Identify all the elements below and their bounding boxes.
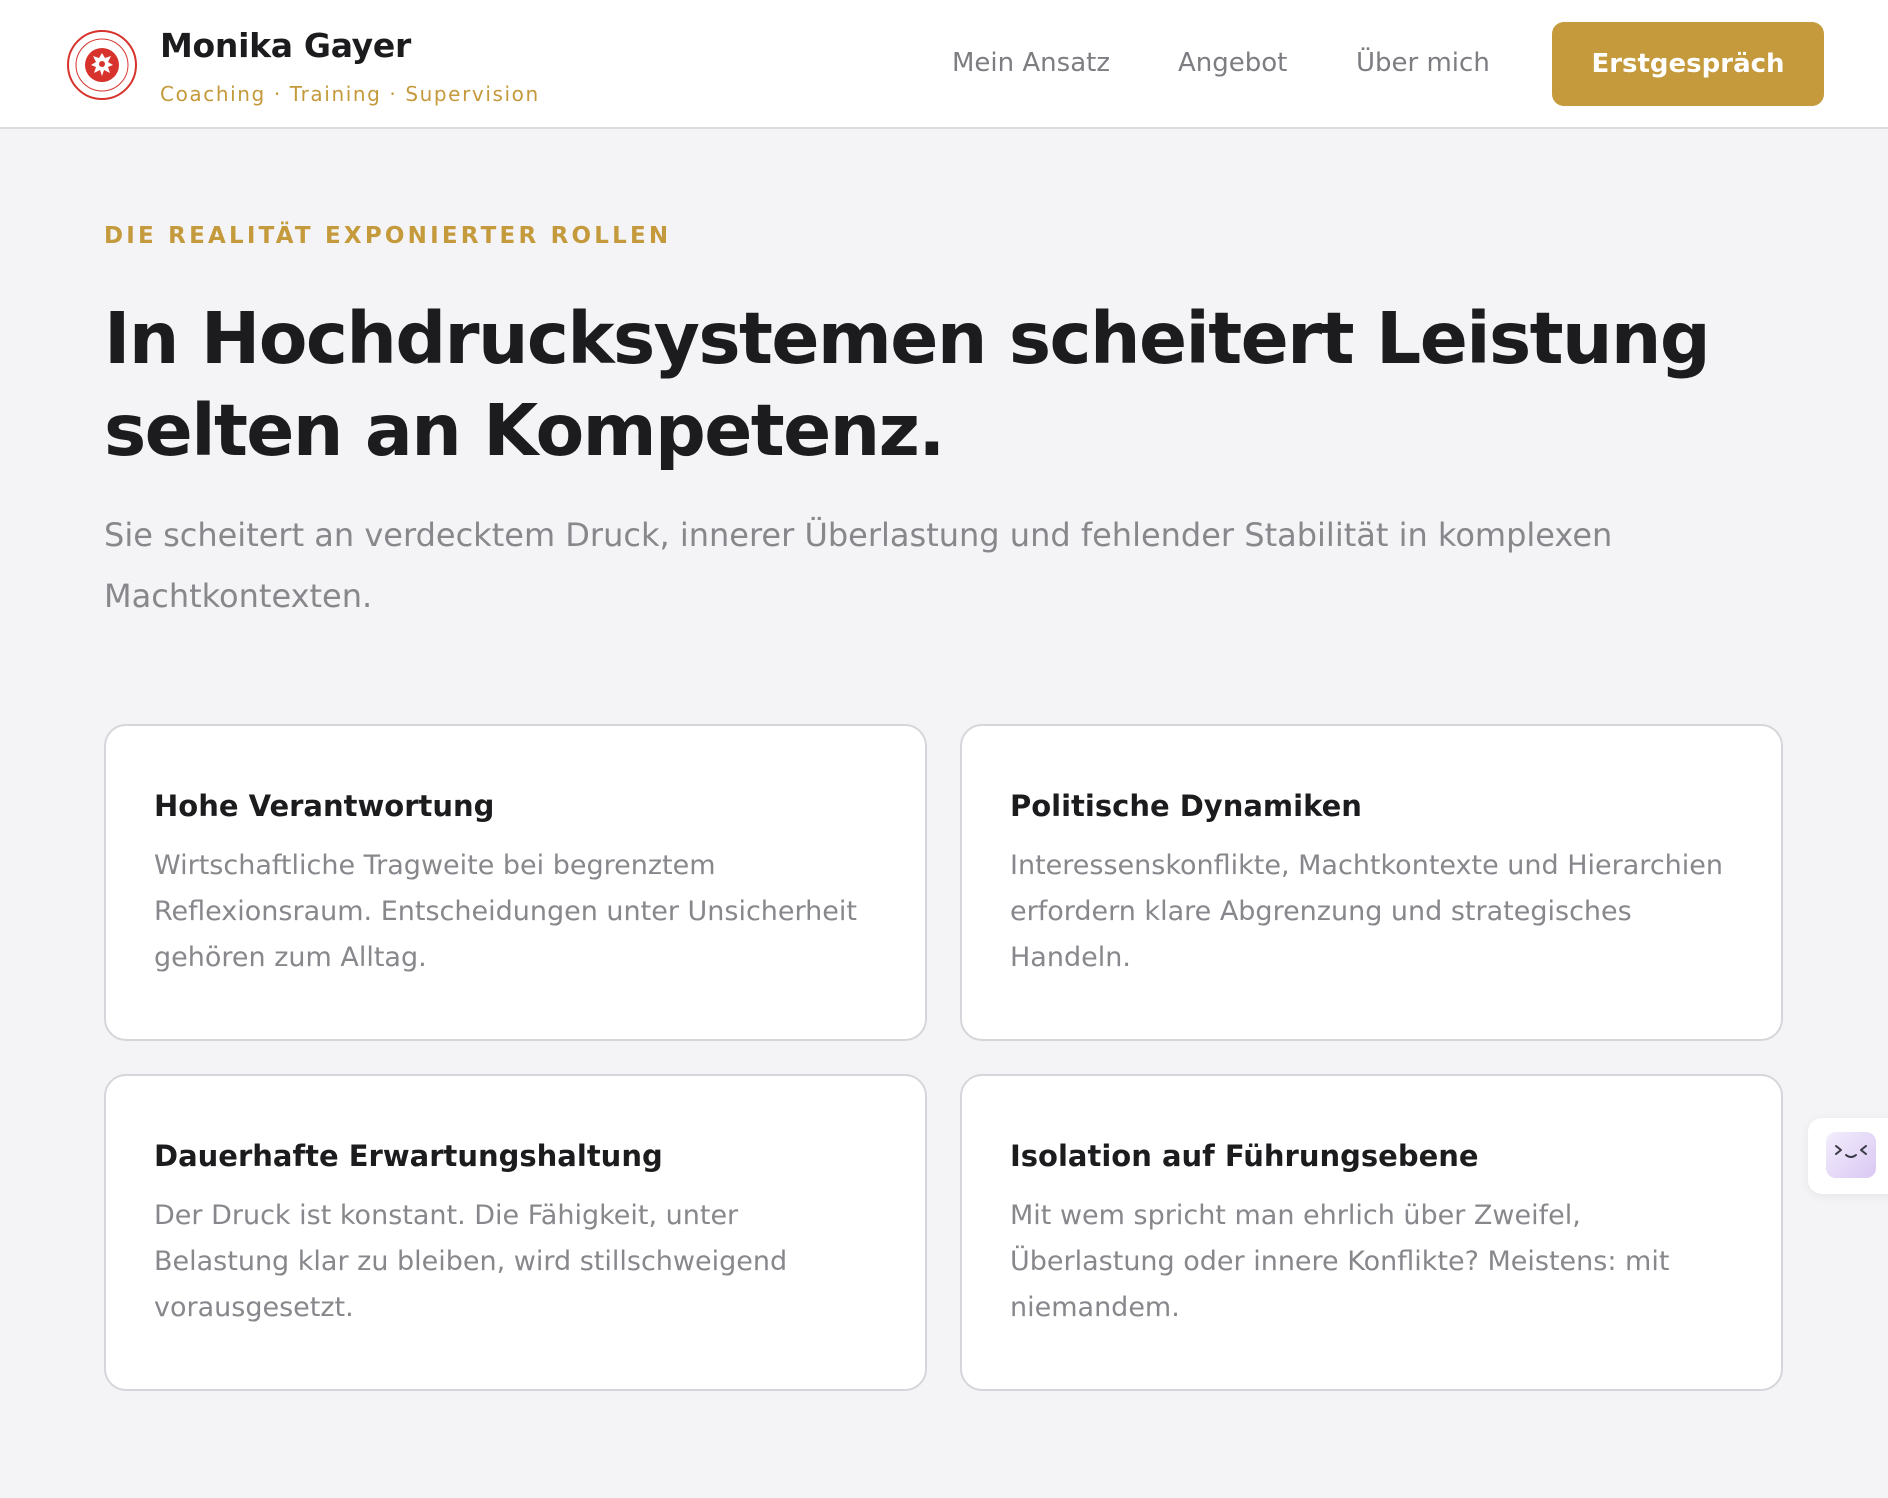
card-title: Isolation auf Führungsebene — [1010, 1139, 1479, 1173]
section-subtext: Sie scheitert an verdecktem Druck, inner… — [104, 516, 1613, 615]
erstgespraech-button[interactable]: Erstgespräch — [1552, 22, 1824, 106]
nav-link-ueber-mich[interactable]: Über mich — [1356, 48, 1490, 78]
site-header: Monika Gayer Coaching · Training · Super… — [0, 0, 1888, 129]
chat-widget[interactable] — [1808, 1118, 1888, 1194]
section-eyebrow: DIE REALITÄT EXPONIERTER ROLLEN — [104, 223, 672, 249]
card-dauerhafte-erwartungshaltung: Dauerhafte Erwartungshaltung Der Druck i… — [104, 1074, 927, 1391]
nav-link-mein-ansatz[interactable]: Mein Ansatz — [952, 48, 1110, 78]
card-title: Hohe Verantwortung — [154, 789, 495, 823]
section-headline: In Hochdrucksystemen scheitert Leistung … — [104, 297, 1711, 472]
nav-link-angebot[interactable]: Angebot — [1178, 48, 1287, 78]
chat-widget-icon[interactable] — [1826, 1132, 1876, 1178]
brand-name[interactable]: Monika Gayer — [160, 26, 411, 65]
card-politische-dynamiken: Politische Dynamiken Interessenskonflikt… — [960, 724, 1783, 1041]
card-hohe-verantwortung: Hohe Verantwortung Wirtschaftliche Tragw… — [104, 724, 927, 1041]
card-text: Der Druck ist konstant. Die Fähigkeit, u… — [154, 1200, 788, 1323]
card-text: Wirtschaftliche Tragweite bei begrenztem… — [154, 850, 857, 973]
card-isolation-fuehrungsebene: Isolation auf Führungsebene Mit wem spri… — [960, 1074, 1783, 1391]
card-title: Politische Dynamiken — [1010, 789, 1362, 823]
card-text: Interessenskonflikte, Machtkontexte und … — [1010, 850, 1723, 973]
card-title: Dauerhafte Erwartungshaltung — [154, 1139, 663, 1173]
logo-seal-icon[interactable] — [66, 29, 138, 101]
card-text: Mit wem spricht man ehrlich über Zweifel… — [1010, 1200, 1670, 1323]
brand-tagline: Coaching · Training · Supervision — [160, 82, 540, 106]
